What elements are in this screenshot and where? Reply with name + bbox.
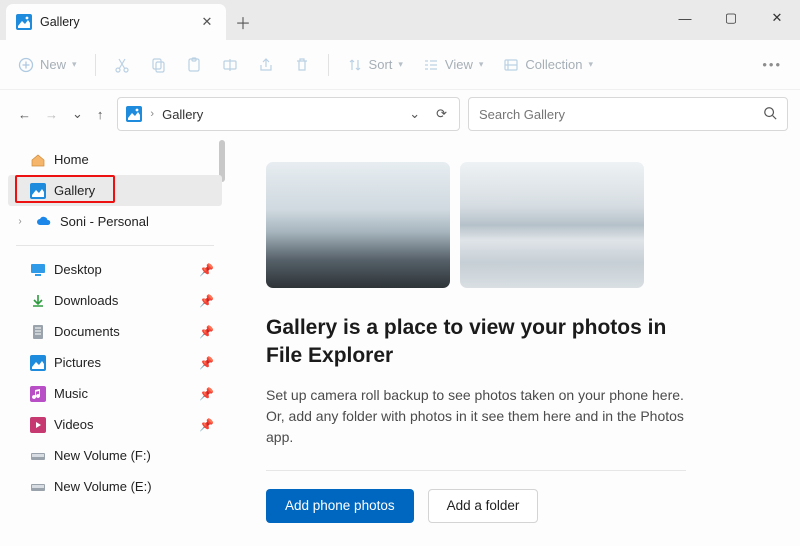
sample-thumbnails	[266, 162, 770, 288]
content-pane: Gallery is a place to view your photos i…	[226, 138, 800, 546]
drive-icon	[30, 448, 46, 464]
chevron-down-icon: ▾	[479, 59, 484, 70]
delete-button[interactable]	[288, 53, 316, 77]
minimize-button[interactable]: —	[662, 0, 708, 36]
drive-icon	[30, 479, 46, 495]
up-button[interactable]: ↑	[97, 107, 104, 122]
pin-icon: 📌	[199, 356, 214, 370]
more-icon: •••	[762, 57, 782, 72]
videos-icon	[30, 417, 46, 433]
maximize-button[interactable]: ▢	[708, 0, 754, 36]
search-input[interactable]	[479, 107, 763, 122]
collection-icon	[503, 57, 519, 73]
address-dropdown-button[interactable]: ⌄	[405, 106, 424, 122]
back-button[interactable]: ←	[18, 107, 31, 122]
gallery-tab-icon	[16, 14, 32, 30]
pin-icon: 📌	[199, 263, 214, 277]
chevron-down-icon: ▾	[72, 59, 77, 70]
tab-gallery[interactable]: Gallery ✕	[6, 4, 226, 40]
sample-thumbnail-2	[460, 162, 644, 288]
share-icon	[258, 57, 274, 73]
trash-icon	[294, 57, 310, 73]
title-bar: Gallery ✕ ＋ — ▢ ✕	[0, 0, 800, 40]
sort-icon	[347, 57, 363, 73]
pictures-icon	[30, 355, 46, 371]
close-window-button[interactable]: ✕	[754, 0, 800, 36]
sample-thumbnail-1	[266, 162, 450, 288]
sidebar-item-gallery[interactable]: Gallery	[8, 175, 222, 206]
home-icon	[30, 152, 46, 168]
copy-button[interactable]	[144, 53, 172, 77]
rename-icon	[222, 57, 238, 73]
breadcrumb-gallery[interactable]: Gallery	[162, 107, 203, 122]
action-buttons: Add phone photos Add a folder	[266, 489, 770, 523]
search-box[interactable]	[468, 97, 788, 131]
sidebar-item-music[interactable]: Music 📌	[8, 378, 222, 409]
sidebar-item-volume-e[interactable]: New Volume (E:)	[8, 471, 222, 502]
paste-icon	[186, 57, 202, 73]
divider	[266, 470, 686, 471]
cut-icon	[114, 57, 130, 73]
add-folder-button[interactable]: Add a folder	[428, 489, 539, 523]
nav-row: ← → ⌄ ↑ › Gallery ⌄ ⟳	[0, 90, 800, 138]
gallery-icon	[126, 106, 142, 122]
sidebar-item-pictures[interactable]: Pictures 📌	[8, 347, 222, 378]
desktop-icon	[30, 262, 46, 278]
tab-close-icon[interactable]: ✕	[198, 14, 216, 30]
address-bar[interactable]: › Gallery ⌄ ⟳	[117, 97, 460, 131]
new-tab-button[interactable]: ＋	[226, 4, 260, 40]
sidebar-item-home[interactable]: Home	[8, 144, 222, 175]
refresh-button[interactable]: ⟳	[432, 106, 451, 122]
gallery-description: Set up camera roll backup to see photos …	[266, 385, 686, 448]
sidebar-item-videos[interactable]: Videos 📌	[8, 409, 222, 440]
sidebar-item-documents[interactable]: Documents 📌	[8, 316, 222, 347]
cloud-icon	[36, 214, 52, 230]
copy-icon	[150, 57, 166, 73]
chevron-down-icon: ▾	[589, 59, 594, 70]
search-icon[interactable]	[763, 106, 777, 123]
view-icon	[423, 57, 439, 73]
chevron-down-icon: ▾	[398, 59, 403, 70]
sidebar-item-downloads[interactable]: Downloads 📌	[8, 285, 222, 316]
recent-locations-button[interactable]: ⌄	[72, 106, 83, 122]
sidebar-item-desktop[interactable]: Desktop 📌	[8, 254, 222, 285]
gallery-heading: Gallery is a place to view your photos i…	[266, 314, 686, 371]
more-button[interactable]: •••	[756, 53, 788, 76]
pin-icon: 📌	[199, 325, 214, 339]
command-bar: New ▾ Sort ▾ View ▾ Collection ▾ •••	[0, 40, 800, 90]
tab-title: Gallery	[40, 15, 190, 29]
separator	[95, 54, 96, 76]
music-icon	[30, 386, 46, 402]
body: Home Gallery › Soni - Personal Desktop 📌…	[0, 138, 800, 546]
breadcrumb-separator-icon: ›	[150, 108, 154, 120]
share-button[interactable]	[252, 53, 280, 77]
forward-button[interactable]: →	[45, 107, 58, 122]
separator	[16, 245, 214, 246]
plus-circle-icon	[18, 57, 34, 73]
sidebar-item-onedrive[interactable]: › Soni - Personal	[8, 206, 222, 237]
window-controls: — ▢ ✕	[662, 0, 800, 36]
pin-icon: 📌	[199, 294, 214, 308]
nav-buttons: ← → ⌄ ↑	[12, 106, 109, 122]
sidebar-item-volume-f[interactable]: New Volume (F:)	[8, 440, 222, 471]
download-icon	[30, 293, 46, 309]
nav-pane: Home Gallery › Soni - Personal Desktop 📌…	[0, 138, 226, 546]
rename-button[interactable]	[216, 53, 244, 77]
chevron-right-icon[interactable]: ›	[12, 216, 28, 227]
documents-icon	[30, 324, 46, 340]
separator	[328, 54, 329, 76]
gallery-icon	[30, 183, 46, 199]
pin-icon: 📌	[199, 387, 214, 401]
sort-button[interactable]: Sort ▾	[341, 53, 409, 77]
paste-button[interactable]	[180, 53, 208, 77]
collection-button[interactable]: Collection ▾	[497, 53, 599, 77]
cut-button[interactable]	[108, 53, 136, 77]
view-button[interactable]: View ▾	[417, 53, 489, 77]
add-phone-photos-button[interactable]: Add phone photos	[266, 489, 414, 523]
new-button[interactable]: New ▾	[12, 53, 83, 77]
pin-icon: 📌	[199, 418, 214, 432]
